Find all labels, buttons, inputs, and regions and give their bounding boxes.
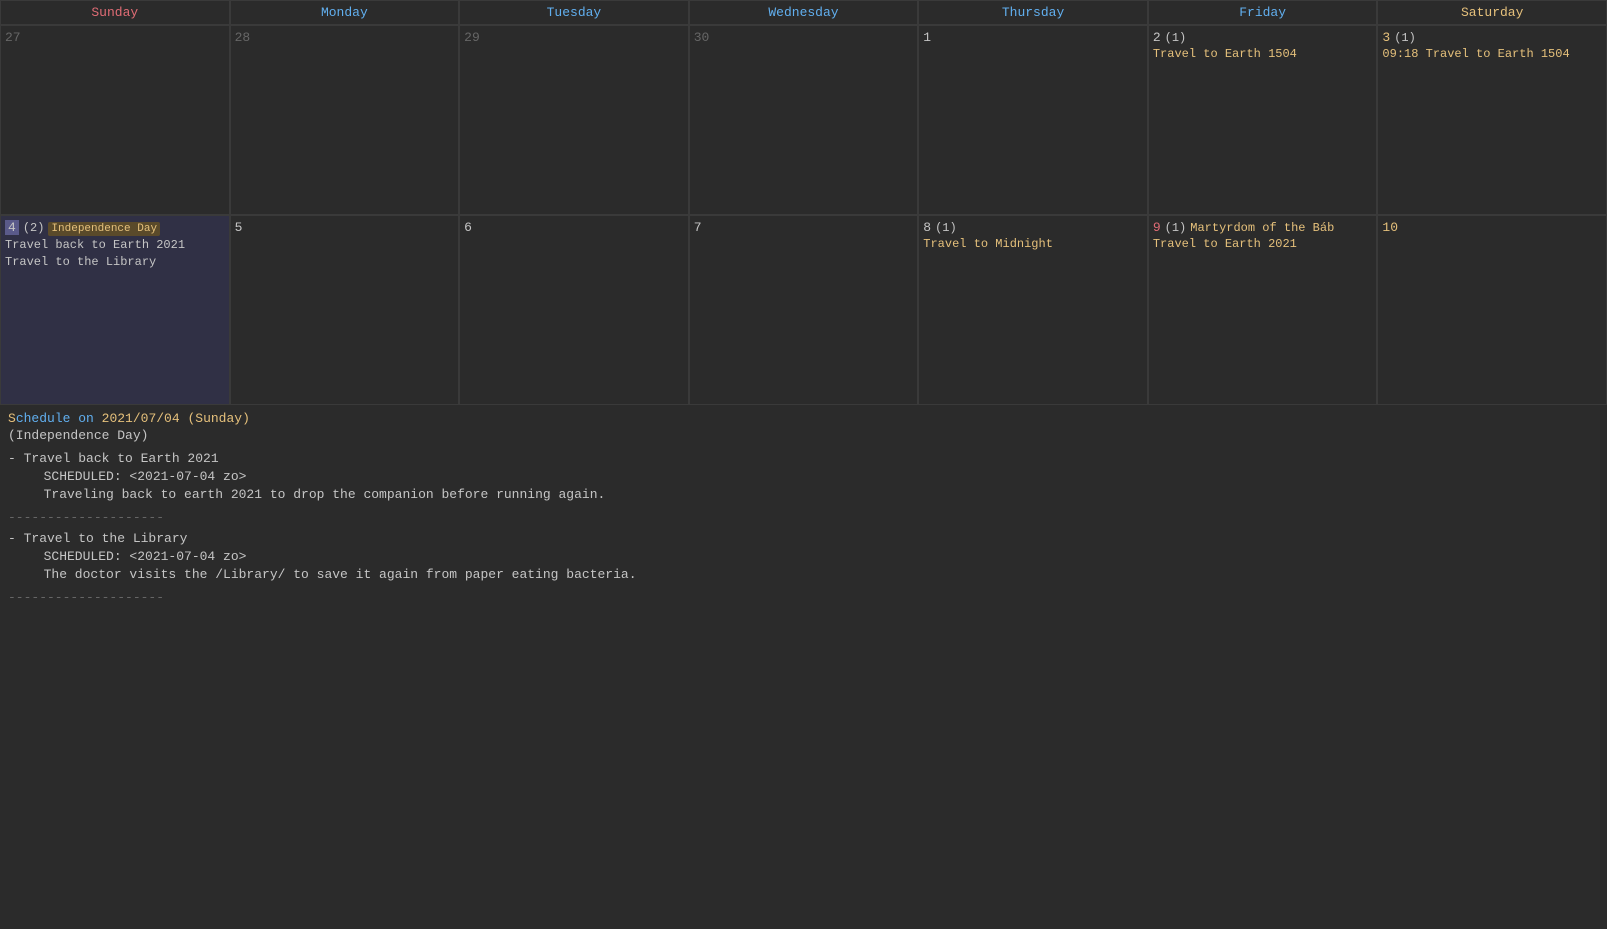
cell-date-27: 27 <box>5 30 225 45</box>
cell-event-3-1[interactable]: 09:18 Travel to Earth 1504 <box>1382 47 1602 61</box>
cell-date-7: 7 <box>694 220 914 235</box>
cell-event-8-1[interactable]: Travel to Midnight <box>923 237 1143 251</box>
schedule-subtitle: (Independence Day) <box>8 428 1599 443</box>
calendar-cell-3[interactable]: 3 (1) 09:18 Travel to Earth 1504 <box>1377 25 1607 215</box>
cell-date-10: 10 <box>1382 220 1602 235</box>
week2-grid: 4 (2) Independence Day Travel back to Ea… <box>0 215 1607 405</box>
cell-date-30: 30 <box>694 30 914 45</box>
cell-event-count-2: (1) <box>1165 31 1187 45</box>
header-tuesday: Tuesday <box>459 0 689 25</box>
cell-event-count-8: (1) <box>935 221 957 235</box>
separator-2: -------------------- <box>8 590 1599 605</box>
cell-date-1: 1 <box>923 30 1143 45</box>
calendar-cell-8[interactable]: 8 (1) Travel to Midnight <box>918 215 1148 405</box>
cell-event-2-1[interactable]: Travel to Earth 1504 <box>1153 47 1373 61</box>
calendar-cell-6[interactable]: 6 <box>459 215 689 405</box>
entry-1-scheduled: SCHEDULED: <2021-07-04 zo> <box>28 469 1599 484</box>
cell-date-6: 6 <box>464 220 684 235</box>
header-friday: Friday <box>1148 0 1378 25</box>
calendar-cell-4[interactable]: 4 (2) Independence Day Travel back to Ea… <box>0 215 230 405</box>
calendar-container: Sunday Monday Tuesday Wednesday Thursday… <box>0 0 1607 929</box>
schedule-day: (Sunday) <box>187 411 249 426</box>
entry-1-desc: Traveling back to earth 2021 to drop the… <box>28 487 1599 502</box>
calendar-cell-30[interactable]: 30 <box>689 25 919 215</box>
entry-2-desc: The doctor visits the /Library/ to save … <box>28 567 1599 582</box>
header-sunday: Sunday <box>0 0 230 25</box>
schedule-entry-2: - Travel to the Library SCHEDULED: <2021… <box>8 531 1599 582</box>
cell-date-8: 8 <box>923 220 931 235</box>
cell-event-4-1[interactable]: Travel back to Earth 2021 <box>5 237 225 254</box>
entry-2-title: - Travel to the Library <box>8 531 1599 546</box>
schedule-entry-1: - Travel back to Earth 2021 SCHEDULED: <… <box>8 451 1599 502</box>
cell-date-row-4: 4 (2) Independence Day <box>5 220 225 237</box>
cell-date-row-3: 3 (1) <box>1382 30 1602 47</box>
cell-event-count-3: (1) <box>1394 31 1416 45</box>
schedule-date: 2021/07/04 <box>102 411 180 426</box>
cell-holiday-9: Martyrdom of the Báb <box>1190 221 1334 235</box>
calendar-cell-27[interactable]: 27 <box>0 25 230 215</box>
schedule-section: Schedule on 2021/07/04 (Sunday) (Indepen… <box>0 405 1607 929</box>
cell-date-4: 4 <box>5 220 19 235</box>
schedule-cursor: S <box>8 411 16 426</box>
cell-event-count-9: (1) <box>1165 221 1187 235</box>
cell-date-row-9: 9 (1) Martyrdom of the Báb <box>1153 220 1373 237</box>
week1-grid: 27 28 29 30 1 2 (1) Travel to Earth 1504 <box>0 25 1607 215</box>
separator-1: -------------------- <box>8 510 1599 525</box>
cell-date-9: 9 <box>1153 220 1161 235</box>
cell-date-row-8: 8 (1) <box>923 220 1143 237</box>
cell-date-row-2: 2 (1) <box>1153 30 1373 47</box>
cell-date-28: 28 <box>235 30 455 45</box>
header-saturday: Saturday <box>1377 0 1607 25</box>
cell-date-29: 29 <box>464 30 684 45</box>
calendar-cell-10[interactable]: 10 <box>1377 215 1607 405</box>
calendar-cell-7[interactable]: 7 <box>689 215 919 405</box>
entry-2-scheduled: SCHEDULED: <2021-07-04 zo> <box>28 549 1599 564</box>
cell-holiday-4: Independence Day <box>48 222 160 236</box>
calendar-cell-29[interactable]: 29 <box>459 25 689 215</box>
calendar-cell-28[interactable]: 28 <box>230 25 460 215</box>
calendar-cell-2[interactable]: 2 (1) Travel to Earth 1504 <box>1148 25 1378 215</box>
header-thursday: Thursday <box>918 0 1148 25</box>
calendar-cell-1[interactable]: 1 <box>918 25 1148 215</box>
cell-date-5: 5 <box>235 220 455 235</box>
calendar-cell-9[interactable]: 9 (1) Martyrdom of the Báb Travel to Ear… <box>1148 215 1378 405</box>
cell-event-9-1[interactable]: Travel to Earth 2021 <box>1153 237 1373 251</box>
calendar-header: Sunday Monday Tuesday Wednesday Thursday… <box>0 0 1607 25</box>
cell-date-3: 3 <box>1382 30 1390 45</box>
schedule-title: Schedule on 2021/07/04 (Sunday) <box>8 411 1599 426</box>
cell-event-4-2[interactable]: Travel to the Library <box>5 254 225 271</box>
header-monday: Monday <box>230 0 460 25</box>
calendar-cell-5[interactable]: 5 <box>230 215 460 405</box>
entry-1-title: - Travel back to Earth 2021 <box>8 451 1599 466</box>
cell-event-count-4: (2) <box>23 221 45 235</box>
header-wednesday: Wednesday <box>689 0 919 25</box>
cell-date-2: 2 <box>1153 30 1161 45</box>
